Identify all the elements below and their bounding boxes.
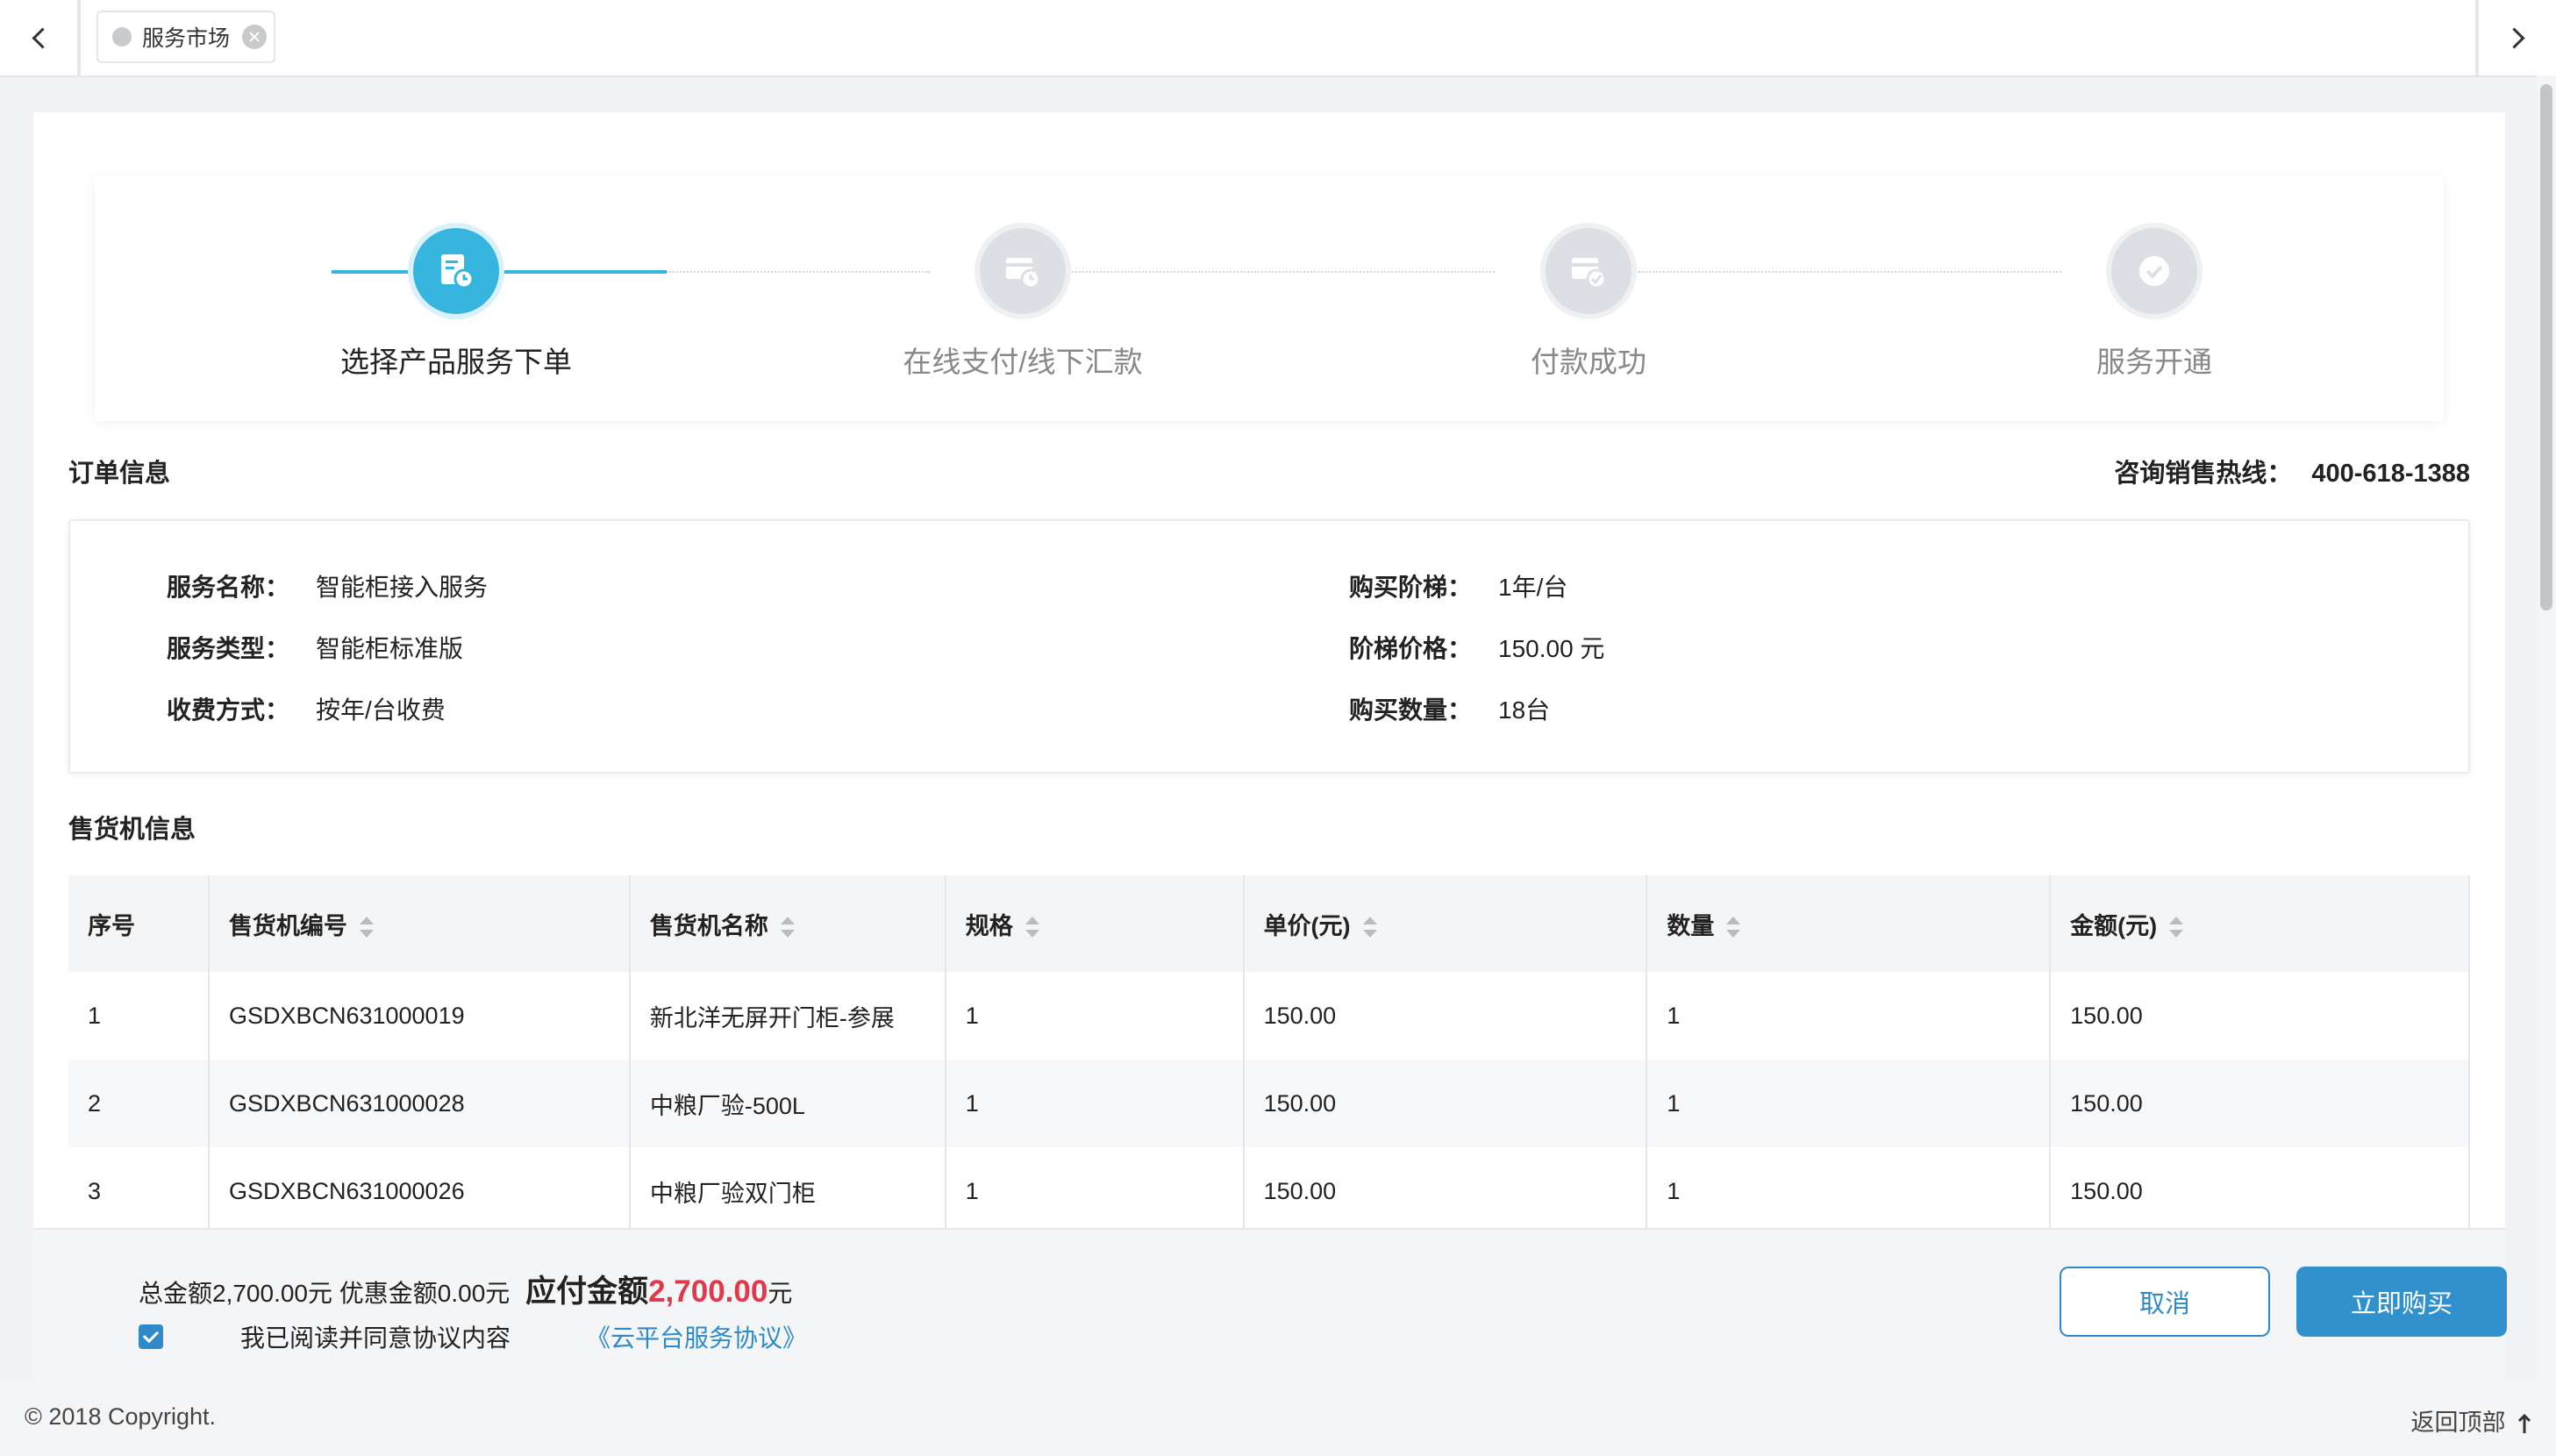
tab-bar: 服务市场 [0, 0, 2556, 77]
column-header-unit-price[interactable]: 单价(元) [1243, 875, 1648, 972]
column-header-spec[interactable]: 规格 [945, 875, 1245, 972]
chevron-right-icon [2502, 26, 2525, 49]
vending-info-title: 售货机信息 [68, 816, 196, 844]
service-type-value: 智能柜标准版 [316, 635, 464, 662]
table-row: 1 GSDXBCN631000019 新北洋无屏开门柜-参展 1 150.00 1 150.… [68, 972, 2470, 1060]
table-row: 3 GSDXBCN631000026 中粮厂验双门柜 1 150.00 1 150.00 [68, 1147, 2470, 1228]
check-circle-icon [2111, 228, 2197, 314]
step-label: 在线支付/线下汇款 [903, 346, 1143, 378]
cancel-button[interactable]: 取消 [2060, 1267, 2270, 1337]
page-scrollbar[interactable] [2537, 75, 2556, 1456]
sort-icon[interactable] [1726, 917, 1741, 939]
order-info-box: 服务名称： 智能柜接入服务 服务类型： 智能柜标准版 收费方式： 按年/台收费 购买阶… [68, 519, 2470, 774]
arrow-up-icon [2517, 1413, 2531, 1433]
sales-hotline: 咨询销售热线： 400-618-1388 [2114, 453, 2470, 489]
sort-icon[interactable] [1025, 917, 1039, 939]
column-header-index: 序号 [68, 875, 210, 972]
table-header-row: 序号 售货机编号 售货机名称 规格 单价(元) 数量 金额(元) [68, 875, 2470, 972]
price-summary: 总金额2,700.00元 优惠金额0.00元 应付金额2,700.00元 [139, 1267, 792, 1311]
step-connector [1016, 271, 1495, 273]
close-icon[interactable] [242, 25, 268, 49]
table-row: 2 GSDXBCN631000028 中粮厂验-500L 1 150.00 1 150.00 [68, 1060, 2470, 1147]
checkout-bar: 总金额2,700.00元 优惠金额0.00元 应付金额2,700.00元 我已阅… [33, 1228, 2507, 1381]
billing-method-value: 按年/台收费 [316, 696, 446, 724]
total-amount: 总金额2,700.00元 [139, 1280, 332, 1307]
service-agreement-link[interactable]: 《云平台服务协议》 [586, 1319, 807, 1354]
copyright-text: © 2018 Copyright. [25, 1403, 217, 1430]
tab-service-market[interactable]: 服务市场 [96, 11, 275, 63]
hotline-number: 400-618-1388 [2311, 460, 2470, 488]
tabs-scroll-left-button[interactable] [0, 0, 81, 75]
buy-now-button[interactable]: 立即购买 [2296, 1267, 2507, 1337]
sort-icon[interactable] [2169, 917, 2184, 939]
purchase-tier-row: 购买阶梯： 1年/台 [1349, 574, 1568, 601]
payable-label: 应付金额 [525, 1274, 649, 1309]
quantity-row: 购买数量： 18台 [1349, 696, 1551, 724]
step-connector-done [332, 270, 667, 274]
purchase-tier-value: 1年/台 [1498, 574, 1568, 601]
chevron-left-icon [31, 26, 54, 49]
agreement-row: 我已阅读并同意协议内容 《云平台服务协议》 [139, 1319, 807, 1354]
order-form-icon [413, 228, 499, 314]
order-card: 选择产品服务下单 在线支付/线下汇款 付款成功 服务开通 订单信息 咨询销售热线… [33, 112, 2505, 1228]
payment-success-icon [1546, 228, 1631, 314]
payable-amount: 2,700.00 [648, 1274, 768, 1309]
tab-label: 服务市场 [142, 26, 231, 51]
tabs-scroll-right-button[interactable] [2475, 0, 2556, 75]
column-header-amount[interactable]: 金额(元) [2050, 875, 2470, 972]
tab-status-dot-icon [112, 27, 132, 46]
step-label: 付款成功 [1531, 346, 1646, 378]
step-label: 服务开通 [2096, 346, 2212, 378]
tier-price-value: 150.00 元 [1498, 635, 1605, 662]
order-steps: 选择产品服务下单 在线支付/线下汇款 付款成功 服务开通 [95, 175, 2444, 421]
quantity-value: 18台 [1498, 696, 1551, 724]
billing-method-row: 收费方式： 按年/台收费 [167, 696, 446, 724]
column-header-machine-code[interactable]: 售货机编号 [208, 875, 631, 972]
payable-unit: 元 [768, 1280, 793, 1307]
step-connector [1582, 271, 2061, 273]
back-to-top-link[interactable]: 返回顶部 [2410, 1403, 2531, 1438]
hotline-label: 咨询销售热线： [2114, 460, 2293, 488]
step-connector [667, 271, 930, 273]
column-header-machine-name[interactable]: 售货机名称 [629, 875, 946, 972]
service-type-row: 服务类型： 智能柜标准版 [167, 635, 464, 662]
column-header-quantity[interactable]: 数量 [1646, 875, 2052, 972]
sort-icon[interactable] [359, 917, 374, 939]
service-name-row: 服务名称： 智能柜接入服务 [167, 574, 489, 601]
footer: © 2018 Copyright. 返回顶部 [0, 1379, 2556, 1456]
discount-amount: 优惠金额0.00元 [339, 1280, 510, 1307]
payment-icon [980, 228, 1066, 314]
tier-price-row: 阶梯价格： 150.00 元 [1349, 635, 1605, 662]
agree-label: 我已阅读并同意协议内容 [240, 1324, 511, 1352]
service-name-value: 智能柜接入服务 [316, 574, 489, 601]
agree-checkbox[interactable] [139, 1324, 163, 1349]
vending-machine-table: 序号 售货机编号 售货机名称 规格 单价(元) 数量 金额(元) 1 GSDXBC… [68, 875, 2470, 1228]
step-label: 选择产品服务下单 [340, 346, 572, 378]
sort-icon[interactable] [1362, 917, 1377, 939]
sort-icon[interactable] [780, 917, 795, 939]
scrollbar-thumb[interactable] [2540, 84, 2552, 610]
order-info-title: 订单信息 [68, 460, 171, 488]
